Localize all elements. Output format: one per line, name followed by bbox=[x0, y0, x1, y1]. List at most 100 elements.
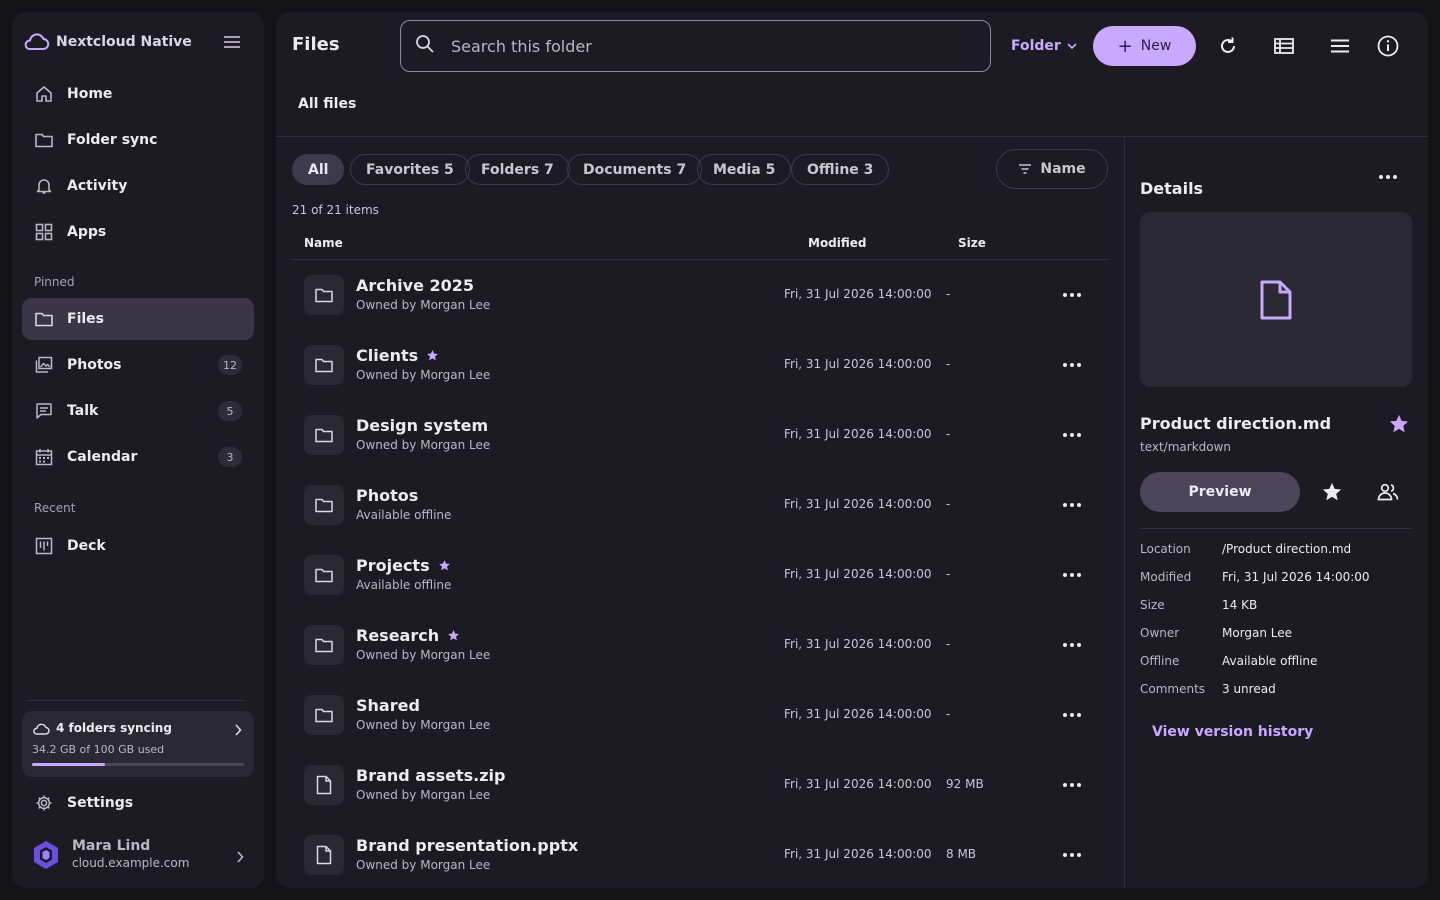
more-options-icon[interactable] bbox=[1060, 423, 1084, 447]
list-view-icon[interactable] bbox=[1328, 34, 1352, 58]
more-options-icon[interactable] bbox=[1060, 703, 1084, 727]
folder-icon bbox=[34, 130, 54, 150]
nav-item-deck[interactable]: Deck bbox=[22, 525, 254, 567]
details-panel: Details Product direction.md text/markdo… bbox=[1124, 137, 1428, 888]
file-row[interactable]: Design system Owned by Morgan Lee Fri, 3… bbox=[292, 400, 1108, 470]
meta-value-comments: 3 unread bbox=[1222, 682, 1276, 696]
sync-status-card[interactable]: 4 folders syncing 34.2 GB of 100 GB used bbox=[22, 711, 254, 777]
file-modified: Fri, 31 Jul 2026 14:00:00 bbox=[784, 497, 932, 511]
more-options-icon[interactable] bbox=[1060, 633, 1084, 657]
favorite-star-icon[interactable] bbox=[1387, 412, 1411, 436]
folder-icon bbox=[304, 345, 344, 385]
nav-item-photos[interactable]: Photos 12 bbox=[22, 344, 254, 386]
meta-key-comments: Comments bbox=[1140, 682, 1206, 696]
meta-key-offline: Offline bbox=[1140, 654, 1180, 668]
nav-item-home[interactable]: Home bbox=[22, 73, 254, 115]
nav-item-calendar[interactable]: Calendar 3 bbox=[22, 436, 254, 478]
file-name: Brand assets.zip bbox=[356, 766, 506, 785]
hamburger-menu-icon[interactable] bbox=[220, 30, 244, 54]
user-account[interactable]: Mara Lind cloud.example.com bbox=[22, 834, 254, 876]
folder-scope-dropdown[interactable]: Folder bbox=[1011, 36, 1077, 56]
more-options-icon[interactable] bbox=[1060, 283, 1084, 307]
grid-icon bbox=[34, 222, 54, 242]
file-preview bbox=[1140, 212, 1412, 387]
filter-chip-folders[interactable]: Folders 7 bbox=[465, 154, 570, 185]
file-row[interactable]: Brand assets.zip Owned by Morgan Lee Fri… bbox=[292, 750, 1108, 820]
file-modified: Fri, 31 Jul 2026 14:00:00 bbox=[784, 777, 932, 791]
file-size: - bbox=[946, 357, 951, 371]
info-icon[interactable] bbox=[1376, 34, 1400, 58]
file-row[interactable]: Photos Available offline Fri, 31 Jul 202… bbox=[292, 470, 1108, 540]
filter-chip-offline[interactable]: Offline 3 bbox=[791, 154, 890, 185]
file-icon bbox=[304, 765, 344, 805]
file-row[interactable]: Archive 2025 Owned by Morgan Lee Fri, 31… bbox=[292, 260, 1108, 330]
chevron-right-icon bbox=[234, 721, 242, 740]
recent-section-label: Recent bbox=[34, 501, 76, 515]
file-modified: Fri, 31 Jul 2026 14:00:00 bbox=[784, 707, 932, 721]
file-size: - bbox=[946, 707, 951, 721]
filter-chip-media[interactable]: Media 5 bbox=[697, 154, 792, 185]
nav-label: Folder sync bbox=[67, 132, 158, 148]
sort-button[interactable]: Name bbox=[996, 149, 1108, 189]
chat-icon bbox=[34, 401, 54, 421]
file-name: Projects bbox=[356, 556, 430, 575]
file-subtitle: Owned by Morgan Lee bbox=[356, 858, 491, 872]
file-name: Clients bbox=[356, 346, 419, 365]
photos-icon bbox=[34, 355, 54, 375]
file-icon bbox=[1260, 280, 1292, 319]
file-row[interactable]: Brand presentation.pptx Owned by Morgan … bbox=[292, 820, 1108, 888]
filter-chip-documents[interactable]: Documents 7 bbox=[567, 154, 703, 185]
filter-chip-favorites[interactable]: Favorites 5 bbox=[350, 154, 470, 185]
file-row[interactable]: Shared Owned by Morgan Lee Fri, 31 Jul 2… bbox=[292, 680, 1108, 750]
file-row[interactable]: Clients Owned by Morgan Lee Fri, 31 Jul … bbox=[292, 330, 1108, 400]
user-name: Mara Lind bbox=[72, 838, 151, 854]
folder-icon bbox=[304, 485, 344, 525]
user-host: cloud.example.com bbox=[72, 856, 190, 870]
star-icon[interactable] bbox=[1320, 480, 1344, 504]
column-header-name[interactable]: Name bbox=[304, 236, 343, 250]
plus-icon: + bbox=[1117, 35, 1133, 57]
file-size: - bbox=[946, 637, 951, 651]
more-options-icon[interactable] bbox=[1060, 353, 1084, 377]
nav-item-apps[interactable]: Apps bbox=[22, 211, 254, 253]
calendar-icon bbox=[34, 447, 54, 467]
nav-item-files[interactable]: Files bbox=[22, 298, 254, 340]
share-users-icon[interactable] bbox=[1376, 480, 1400, 504]
sort-icon bbox=[1019, 164, 1032, 174]
more-options-icon[interactable] bbox=[1060, 773, 1084, 797]
nav-label: Talk bbox=[67, 403, 99, 419]
file-name-cell: Research bbox=[356, 626, 460, 645]
breadcrumb[interactable]: All files bbox=[298, 96, 356, 112]
column-header-size[interactable]: Size bbox=[958, 236, 986, 250]
folder-icon bbox=[304, 695, 344, 735]
file-row[interactable]: Research Owned by Morgan Lee Fri, 31 Jul… bbox=[292, 610, 1108, 680]
version-history-link[interactable]: View version history bbox=[1152, 724, 1313, 740]
file-subtitle: Owned by Morgan Lee bbox=[356, 368, 491, 382]
table-view-icon[interactable] bbox=[1272, 34, 1296, 58]
file-subtitle: Owned by Morgan Lee bbox=[356, 718, 491, 732]
file-row[interactable]: Projects Available offline Fri, 31 Jul 2… bbox=[292, 540, 1108, 610]
file-modified: Fri, 31 Jul 2026 14:00:00 bbox=[784, 567, 932, 581]
more-options-icon[interactable] bbox=[1060, 493, 1084, 517]
filter-chip-all[interactable]: All bbox=[292, 154, 345, 185]
nav-item-settings[interactable]: Settings bbox=[22, 782, 254, 824]
nav-item-talk[interactable]: Talk 5 bbox=[22, 390, 254, 432]
nav-item-activity[interactable]: Activity bbox=[22, 165, 254, 207]
file-name: Research bbox=[356, 626, 440, 645]
search-field[interactable] bbox=[400, 20, 991, 72]
nav-item-folder-sync[interactable]: Folder sync bbox=[22, 119, 254, 161]
brand: Nextcloud Native bbox=[22, 30, 254, 54]
column-header-modified[interactable]: Modified bbox=[808, 236, 867, 250]
more-options-icon[interactable] bbox=[1060, 843, 1084, 867]
refresh-icon[interactable] bbox=[1216, 34, 1240, 58]
more-options-icon[interactable] bbox=[1060, 563, 1084, 587]
file-name: Shared bbox=[356, 696, 420, 715]
file-name-cell: Design system bbox=[356, 416, 488, 435]
new-button[interactable]: + New bbox=[1093, 26, 1196, 66]
more-options-icon[interactable] bbox=[1376, 165, 1400, 189]
preview-button[interactable]: Preview bbox=[1140, 472, 1300, 512]
nav-label: Files bbox=[67, 311, 104, 327]
file-size: 8 MB bbox=[946, 847, 977, 861]
folder-icon bbox=[304, 625, 344, 665]
search-input[interactable] bbox=[451, 36, 951, 56]
